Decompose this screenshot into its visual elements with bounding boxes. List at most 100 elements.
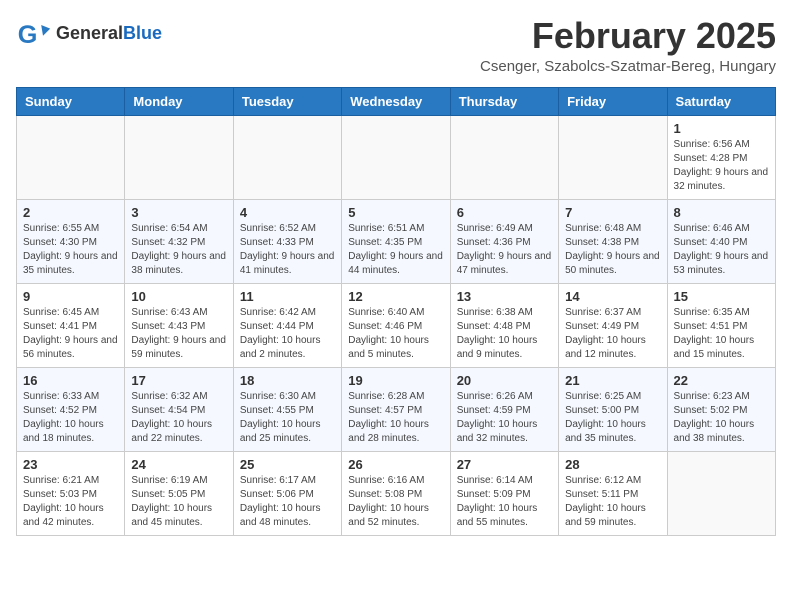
day-number: 15 (674, 289, 769, 304)
calendar-cell (667, 451, 775, 535)
weekday-header: Wednesday (342, 87, 450, 115)
day-number: 26 (348, 457, 443, 472)
logo-icon: G (16, 16, 52, 52)
day-info: Sunrise: 6:14 AM Sunset: 5:09 PM Dayligh… (457, 474, 552, 530)
day-info: Sunrise: 6:37 AM Sunset: 4:49 PM Dayligh… (565, 306, 660, 362)
calendar-cell: 17Sunrise: 6:32 AM Sunset: 4:54 PM Dayli… (125, 367, 233, 451)
day-info: Sunrise: 6:43 AM Sunset: 4:43 PM Dayligh… (131, 306, 226, 362)
day-number: 25 (240, 457, 335, 472)
svg-text:G: G (18, 21, 38, 49)
day-number: 24 (131, 457, 226, 472)
day-number: 19 (348, 373, 443, 388)
calendar-cell: 20 Sunrise: 6:26 AM Sunset: 4:59 PM Dayli… (450, 367, 558, 451)
calendar-cell (559, 115, 667, 199)
logo-general-text: GeneralBlue (56, 24, 162, 44)
page-header: G GeneralBlue February 2025 Csenger, Sza… (16, 16, 776, 75)
day-number: 2 (23, 205, 118, 220)
day-number: 8 (674, 205, 769, 220)
calendar-cell: 1Sunrise: 6:56 AM Sunset: 4:28 PM Daylig… (667, 115, 775, 199)
day-info: Sunrise: 6:56 AM Sunset: 4:28 PM Dayligh… (674, 138, 769, 194)
day-info: Sunrise: 6:55 AM Sunset: 4:30 PM Dayligh… (23, 222, 118, 278)
day-info: Sunrise: 6:51 AM Sunset: 4:35 PM Dayligh… (348, 222, 443, 278)
day-number: 13 (457, 289, 552, 304)
day-info: Sunrise: 6:26 AM Sunset: 4:59 PM Dayligh… (457, 390, 552, 446)
day-number: 9 (23, 289, 118, 304)
day-number: 23 (23, 457, 118, 472)
calendar-cell: 2 Sunrise: 6:55 AM Sunset: 4:30 PM Daylig… (17, 199, 125, 283)
calendar-cell: 15 Sunrise: 6:35 AM Sunset: 4:51 PM Dayli… (667, 283, 775, 367)
calendar-cell: 28 Sunrise: 6:12 AM Sunset: 5:11 PM Dayli… (559, 451, 667, 535)
day-number: 28 (565, 457, 660, 472)
calendar-week-row: 23 Sunrise: 6:21 AM Sunset: 5:03 PM Dayli… (17, 451, 776, 535)
calendar-cell (233, 115, 341, 199)
calendar-week-row: 2 Sunrise: 6:55 AM Sunset: 4:30 PM Daylig… (17, 199, 776, 283)
calendar-cell: 14 Sunrise: 6:37 AM Sunset: 4:49 PM Dayli… (559, 283, 667, 367)
calendar-cell (17, 115, 125, 199)
calendar-cell: 11Sunrise: 6:42 AM Sunset: 4:44 PM Dayli… (233, 283, 341, 367)
day-info: Sunrise: 6:49 AM Sunset: 4:36 PM Dayligh… (457, 222, 552, 278)
day-info: Sunrise: 6:12 AM Sunset: 5:11 PM Dayligh… (565, 474, 660, 530)
calendar-cell: 7 Sunrise: 6:48 AM Sunset: 4:38 PM Daylig… (559, 199, 667, 283)
calendar-cell: 5 Sunrise: 6:51 AM Sunset: 4:35 PM Daylig… (342, 199, 450, 283)
day-info: Sunrise: 6:28 AM Sunset: 4:57 PM Dayligh… (348, 390, 443, 446)
day-number: 6 (457, 205, 552, 220)
day-number: 7 (565, 205, 660, 220)
calendar-week-row: 16 Sunrise: 6:33 AM Sunset: 4:52 PM Dayli… (17, 367, 776, 451)
weekday-header: Sunday (17, 87, 125, 115)
calendar-cell: 12 Sunrise: 6:40 AM Sunset: 4:46 PM Dayli… (342, 283, 450, 367)
calendar-cell: 6 Sunrise: 6:49 AM Sunset: 4:36 PM Daylig… (450, 199, 558, 283)
title-section: February 2025 Csenger, Szabolcs-Szatmar-… (480, 16, 776, 75)
day-info: Sunrise: 6:38 AM Sunset: 4:48 PM Dayligh… (457, 306, 552, 362)
weekday-header: Thursday (450, 87, 558, 115)
calendar-week-row: 1Sunrise: 6:56 AM Sunset: 4:28 PM Daylig… (17, 115, 776, 199)
day-info: Sunrise: 6:25 AM Sunset: 5:00 PM Dayligh… (565, 390, 660, 446)
day-number: 20 (457, 373, 552, 388)
day-info: Sunrise: 6:23 AM Sunset: 5:02 PM Dayligh… (674, 390, 769, 446)
calendar-cell: 16 Sunrise: 6:33 AM Sunset: 4:52 PM Dayli… (17, 367, 125, 451)
day-info: Sunrise: 6:19 AM Sunset: 5:05 PM Dayligh… (131, 474, 226, 530)
calendar-cell: 3Sunrise: 6:54 AM Sunset: 4:32 PM Daylig… (125, 199, 233, 283)
location-text: Csenger, Szabolcs-Szatmar-Bereg, Hungary (480, 58, 776, 75)
weekday-header: Monday (125, 87, 233, 115)
weekday-header: Friday (559, 87, 667, 115)
calendar-cell: 10 Sunrise: 6:43 AM Sunset: 4:43 PM Dayli… (125, 283, 233, 367)
day-number: 21 (565, 373, 660, 388)
calendar-table: SundayMondayTuesdayWednesdayThursdayFrid… (16, 87, 776, 536)
day-number: 14 (565, 289, 660, 304)
day-number: 11 (240, 289, 335, 304)
day-number: 16 (23, 373, 118, 388)
calendar-cell: 24 Sunrise: 6:19 AM Sunset: 5:05 PM Dayli… (125, 451, 233, 535)
day-info: Sunrise: 6:35 AM Sunset: 4:51 PM Dayligh… (674, 306, 769, 362)
calendar-cell: 19 Sunrise: 6:28 AM Sunset: 4:57 PM Dayli… (342, 367, 450, 451)
calendar-cell (450, 115, 558, 199)
calendar-cell: 27 Sunrise: 6:14 AM Sunset: 5:09 PM Dayli… (450, 451, 558, 535)
day-number: 10 (131, 289, 226, 304)
calendar-cell (125, 115, 233, 199)
day-number: 22 (674, 373, 769, 388)
calendar-cell: 22 Sunrise: 6:23 AM Sunset: 5:02 PM Dayli… (667, 367, 775, 451)
calendar-week-row: 9 Sunrise: 6:45 AM Sunset: 4:41 PM Daylig… (17, 283, 776, 367)
day-number: 27 (457, 457, 552, 472)
day-info: Sunrise: 6:40 AM Sunset: 4:46 PM Dayligh… (348, 306, 443, 362)
day-info: Sunrise: 6:16 AM Sunset: 5:08 PM Dayligh… (348, 474, 443, 530)
day-info: Sunrise: 6:21 AM Sunset: 5:03 PM Dayligh… (23, 474, 118, 530)
weekday-header: Tuesday (233, 87, 341, 115)
day-info: Sunrise: 6:17 AM Sunset: 5:06 PM Dayligh… (240, 474, 335, 530)
calendar-cell: 18Sunrise: 6:30 AM Sunset: 4:55 PM Dayli… (233, 367, 341, 451)
day-info: Sunrise: 6:33 AM Sunset: 4:52 PM Dayligh… (23, 390, 118, 446)
day-number: 3 (131, 205, 226, 220)
calendar-cell (342, 115, 450, 199)
weekday-header: Saturday (667, 87, 775, 115)
calendar-cell: 8Sunrise: 6:46 AM Sunset: 4:40 PM Daylig… (667, 199, 775, 283)
day-info: Sunrise: 6:48 AM Sunset: 4:38 PM Dayligh… (565, 222, 660, 278)
day-number: 17 (131, 373, 226, 388)
month-title: February 2025 (480, 16, 776, 56)
calendar-cell: 21 Sunrise: 6:25 AM Sunset: 5:00 PM Dayli… (559, 367, 667, 451)
day-number: 12 (348, 289, 443, 304)
calendar-cell: 13 Sunrise: 6:38 AM Sunset: 4:48 PM Dayli… (450, 283, 558, 367)
day-info: Sunrise: 6:45 AM Sunset: 4:41 PM Dayligh… (23, 306, 118, 362)
day-number: 5 (348, 205, 443, 220)
day-info: Sunrise: 6:52 AM Sunset: 4:33 PM Dayligh… (240, 222, 335, 278)
calendar-cell: 23 Sunrise: 6:21 AM Sunset: 5:03 PM Dayli… (17, 451, 125, 535)
calendar-cell: 9 Sunrise: 6:45 AM Sunset: 4:41 PM Daylig… (17, 283, 125, 367)
